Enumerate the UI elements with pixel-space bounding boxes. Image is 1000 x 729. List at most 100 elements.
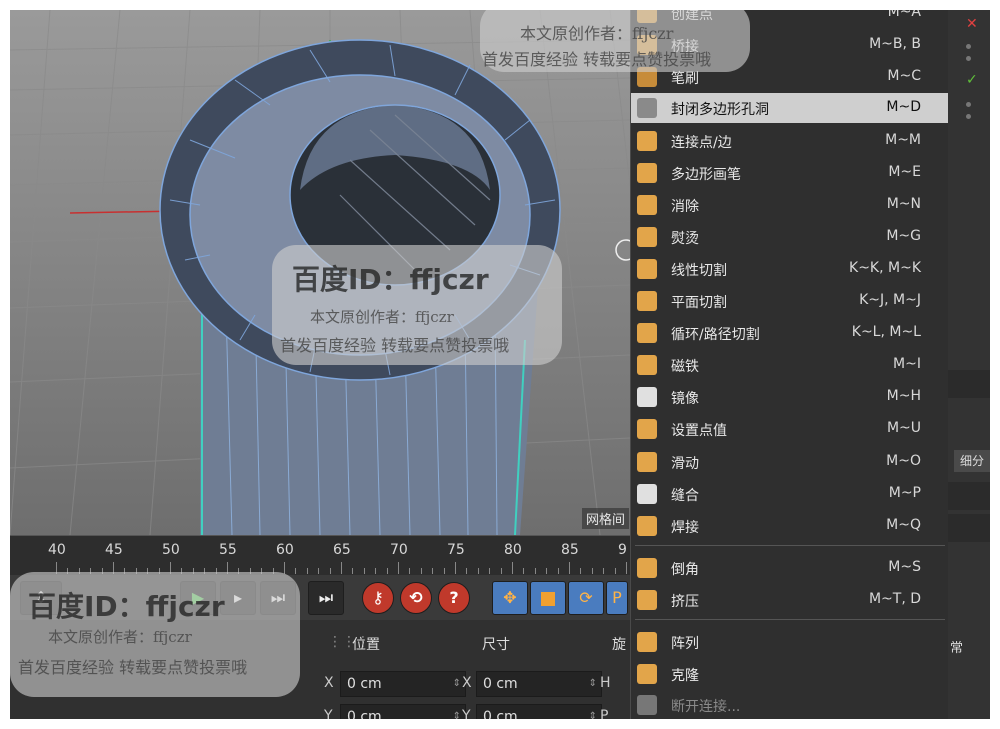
array-icon — [637, 632, 657, 652]
menu-item-shortcut: M~O — [886, 453, 921, 469]
timeline-tick-label: 9 — [618, 542, 627, 558]
watermark-promo: 首发百度经验 转载要点赞投票哦 — [280, 336, 510, 355]
menu-item-shortcut: M~N — [886, 196, 921, 212]
timeline-tick — [523, 568, 525, 574]
menu-item-shortcut: M~B, B — [869, 36, 921, 52]
menu-item-label: 封闭多边形孔洞 — [671, 102, 769, 118]
position-y-field[interactable]: 0 cm ⇕ — [340, 704, 466, 719]
axis-label: H — [600, 675, 611, 691]
timeline-tick-label: 65 — [333, 542, 351, 558]
timeline-tick — [500, 568, 502, 574]
menu-item-label: 消除 — [671, 199, 699, 215]
visibility-dot-icon[interactable] — [966, 44, 971, 49]
menu-item[interactable]: 阵列 — [631, 627, 949, 657]
menu-item[interactable]: 滑动 M~O — [631, 447, 949, 477]
menu-item-label: 镜像 — [671, 391, 699, 407]
menu-item-label: 循环/路径切割 — [671, 327, 760, 343]
timeline-tick — [306, 568, 308, 574]
size-y-field[interactable]: 0 cm ⇕ — [476, 704, 602, 719]
timeline-tick-label: 55 — [219, 542, 237, 558]
watermark-id: 百度ID：ffjczr — [28, 590, 225, 623]
menu-item[interactable]: 磁铁 M~I — [631, 350, 949, 380]
auto-key-icon[interactable]: ⟲ — [400, 582, 432, 614]
timeline-ruler[interactable]: 40 45 50 55 60 65 70 75 80 85 9 — [10, 535, 673, 576]
timeline-tick — [603, 568, 605, 574]
menu-item[interactable]: 封闭多边形孔洞 M~D — [631, 93, 949, 123]
record-keys-icon[interactable]: ⚷ — [362, 582, 394, 614]
object-manager-strip: ✕ ✓ 细分 常 — [948, 10, 990, 719]
watermark-promo: 首发百度经验 转载要点赞投票哦 — [18, 658, 248, 677]
param-icon[interactable]: P — [606, 581, 628, 615]
menu-item[interactable]: 断开连接... — [631, 690, 949, 719]
watermark-id: 百度ID：ffjczr — [292, 263, 489, 296]
menu-item[interactable]: 循环/路径切割 K~L, M~L — [631, 318, 949, 348]
timeline-tick — [352, 568, 354, 574]
panel-divider — [948, 514, 990, 542]
menu-item-shortcut: M~P — [888, 485, 921, 501]
menu-item-label: 缝合 — [671, 488, 699, 504]
menu-item[interactable]: 熨烫 M~G — [631, 222, 949, 252]
menu-item-label: 磁铁 — [671, 359, 699, 375]
timeline-tick — [614, 568, 616, 574]
timeline-tick — [284, 562, 285, 574]
menu-item[interactable]: 焊接 M~Q — [631, 511, 949, 541]
axis-label: X — [324, 675, 334, 691]
menu-item[interactable]: 平面切割 K~J, M~J — [631, 286, 949, 316]
timeline-tick-label: 60 — [276, 542, 294, 558]
visibility-dot-icon[interactable] — [966, 114, 971, 119]
menu-item-label: 线性切割 — [671, 263, 727, 279]
clone-icon — [637, 664, 657, 684]
timeline-tick — [557, 568, 559, 574]
help-keys-icon[interactable]: ? — [438, 582, 470, 614]
menu-item-label: 阵列 — [671, 636, 699, 652]
timeline-tick — [341, 562, 342, 574]
plane-cut-icon — [637, 291, 657, 311]
timeline-tick — [398, 562, 399, 574]
timeline-tick — [466, 568, 468, 574]
status-text: 常 — [950, 641, 964, 656]
viewport-label: 网格间 — [582, 508, 630, 529]
watermark-author: 本文原创作者：ffjczr — [48, 628, 192, 646]
panel-divider — [948, 370, 990, 398]
connect-points-edges-icon — [637, 131, 657, 151]
position-x-field[interactable]: 0 cm ⇕ — [340, 671, 466, 697]
menu-item-label: 断开连接... — [671, 699, 741, 715]
timeline-tick-label: 75 — [447, 542, 465, 558]
menu-item-shortcut: K~J, M~J — [859, 292, 921, 308]
rotation-header: 旋 — [612, 637, 626, 653]
visibility-dot-icon[interactable] — [966, 56, 971, 61]
menu-item-shortcut: M~S — [888, 559, 921, 575]
timeline-tick — [329, 568, 331, 574]
timeline-tick — [580, 568, 582, 574]
timeline-tick-label: 50 — [162, 542, 180, 558]
line-cut-icon — [637, 259, 657, 279]
move-icon[interactable]: ✥ — [492, 581, 528, 615]
menu-item[interactable]: 消除 M~N — [631, 190, 949, 220]
menu-item[interactable]: 镜像 M~H — [631, 382, 949, 412]
menu-item[interactable]: 缝合 M~P — [631, 479, 949, 509]
menu-item[interactable]: 克隆 — [631, 659, 949, 689]
magnet-icon — [637, 355, 657, 375]
menu-item-shortcut: M~H — [886, 388, 921, 404]
menu-item-shortcut: K~L, M~L — [851, 324, 921, 340]
menu-item[interactable]: 倒角 M~S — [631, 553, 949, 583]
visibility-dot-icon[interactable] — [966, 102, 971, 107]
goto-end-button[interactable]: ⏭ — [308, 581, 344, 615]
menu-item[interactable]: 挤压 M~T, D — [631, 585, 949, 615]
rotate-icon[interactable]: ⟳ — [568, 581, 604, 615]
delete-icon[interactable]: ✕ — [966, 16, 978, 32]
menu-item-shortcut: M~Q — [886, 517, 921, 533]
menu-item[interactable]: 设置点值 M~U — [631, 414, 949, 444]
menu-item[interactable]: 线性切割 K~K, M~K — [631, 254, 949, 284]
menu-item-shortcut: M~U — [886, 420, 921, 436]
size-x-field[interactable]: 0 cm ⇕ — [476, 671, 602, 697]
menu-item-shortcut: M~C — [887, 68, 921, 84]
timeline-tick-label: 40 — [48, 542, 66, 558]
menu-item-label: 挤压 — [671, 594, 699, 610]
menu-item-label: 多边形画笔 — [671, 167, 741, 183]
menu-item[interactable]: 多边形画笔 M~E — [631, 158, 949, 188]
scale-icon[interactable] — [530, 581, 566, 615]
menu-item[interactable]: 连接点/边 M~M — [631, 126, 949, 156]
enabled-check-icon[interactable]: ✓ — [966, 72, 978, 88]
subdivision-tab[interactable]: 细分 — [954, 450, 990, 472]
